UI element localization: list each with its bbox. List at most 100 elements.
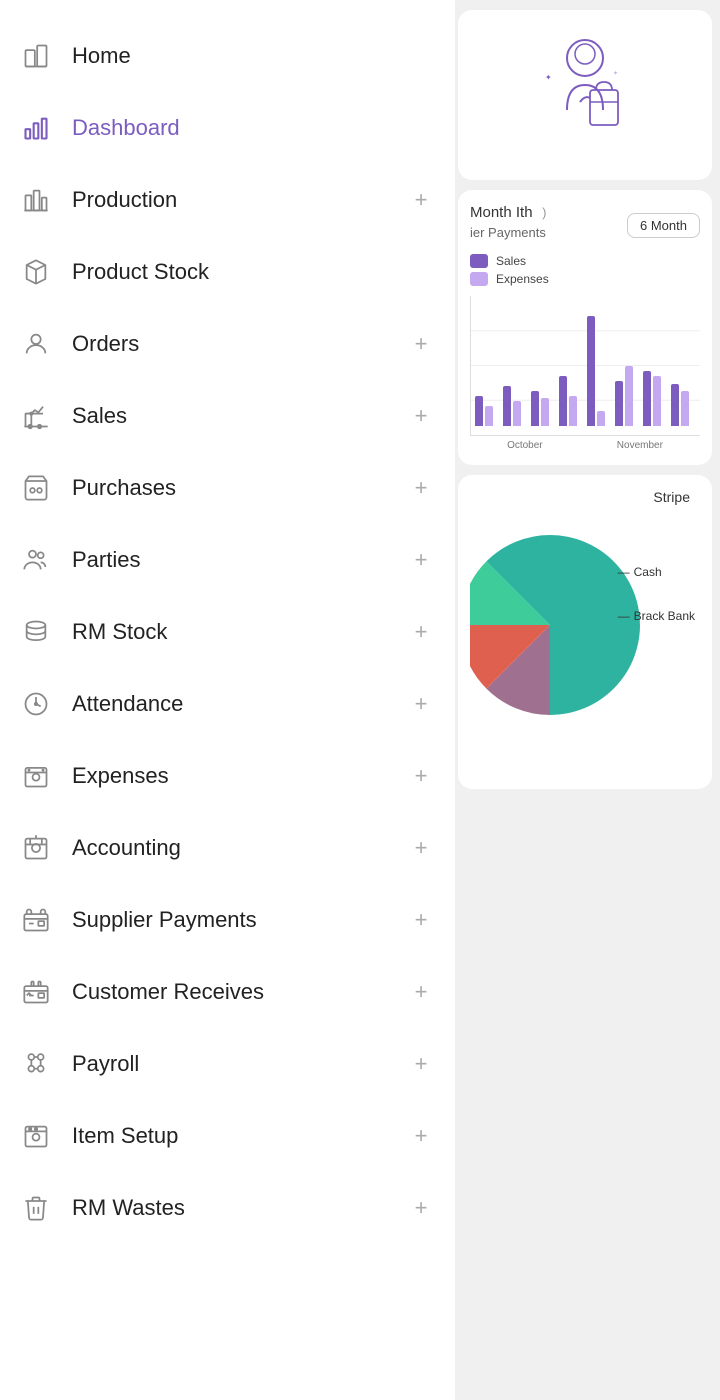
bar-group: [615, 366, 640, 426]
dashboard-icon: [18, 110, 54, 146]
expand-button[interactable]: +: [407, 1051, 435, 1077]
expand-button[interactable]: +: [407, 403, 435, 429]
accounting-icon: [18, 830, 54, 866]
chart-subtitle: ier Payments: [470, 225, 547, 240]
sales-bar: [531, 391, 539, 426]
purchases-icon: [18, 470, 54, 506]
bar-group: [475, 396, 500, 426]
legend-item-expenses: Expenses: [470, 272, 700, 286]
production-icon: [18, 182, 54, 218]
sales-color-box: [470, 254, 488, 268]
sidebar-item-label: Item Setup: [72, 1123, 407, 1149]
sales-bar: [503, 386, 511, 426]
expenses-bar: [485, 406, 493, 426]
sidebar-item-rm-wastes[interactable]: RM Wastes +: [0, 1172, 455, 1244]
sidebar-item-label: RM Wastes: [72, 1195, 407, 1221]
expenses-bar: [513, 401, 521, 426]
sidebar-item-label: Accounting: [72, 835, 407, 861]
sidebar-item-label: Expenses: [72, 763, 407, 789]
bar-group: [643, 371, 668, 426]
month-label: Month Ith: [470, 204, 533, 221]
sidebar-item-item-setup[interactable]: Item Setup +: [0, 1100, 455, 1172]
sidebar-item-customer-receives[interactable]: Customer Receives +: [0, 956, 455, 1028]
sales-bar: [587, 316, 595, 426]
rm-wastes-icon: [18, 1190, 54, 1226]
sidebar-item-supplier-payments[interactable]: Supplier Payments +: [0, 884, 455, 956]
sidebar-item-home[interactable]: Home: [0, 20, 455, 92]
supplier-payments-icon: [18, 902, 54, 938]
sidebar-item-product-stock[interactable]: Product Stock: [0, 236, 455, 308]
expand-button[interactable]: +: [407, 835, 435, 861]
x-label-october: October: [507, 440, 543, 451]
expenses-color-box: [470, 272, 488, 286]
sidebar-item-accounting[interactable]: Accounting +: [0, 812, 455, 884]
sidebar-item-production[interactable]: Production +: [0, 164, 455, 236]
sidebar-item-label: Home: [72, 43, 435, 69]
payroll-icon: [18, 1046, 54, 1082]
expenses-bar: [541, 398, 549, 426]
orders-icon: [18, 326, 54, 362]
expand-button[interactable]: +: [407, 331, 435, 357]
bar-group: [671, 384, 696, 426]
sidebar-item-label: Purchases: [72, 475, 407, 501]
sidebar-item-label: Payroll: [72, 1051, 407, 1077]
expand-button[interactable]: +: [407, 547, 435, 573]
brack-bank-label-annotation: — Brack Bank: [618, 609, 695, 623]
chart-x-labels: October November: [470, 440, 700, 451]
expenses-bar: [569, 396, 577, 426]
sidebar-item-label: Orders: [72, 331, 407, 357]
sales-label: Sales: [496, 254, 526, 268]
sidebar-item-label: Supplier Payments: [72, 907, 407, 933]
chart-header: Month Ith ) ier Payments 6 Month: [470, 204, 700, 246]
bar-group: [531, 391, 556, 426]
sidebar-item-label: Production: [72, 187, 407, 213]
right-panel: ✦ ✦ Month Ith ) ier Payments 6 Month Sal…: [450, 0, 720, 1400]
expand-button[interactable]: +: [407, 979, 435, 1005]
parties-icon: [18, 542, 54, 578]
expenses-label: Expenses: [496, 272, 549, 286]
home-icon: [18, 38, 54, 74]
expenses-bar: [653, 376, 661, 426]
sidebar-item-rm-stock[interactable]: RM Stock +: [0, 596, 455, 668]
sales-bar: [643, 371, 651, 426]
expand-button[interactable]: +: [407, 187, 435, 213]
expenses-bar: [597, 411, 605, 426]
sidebar-item-dashboard[interactable]: Dashboard: [0, 92, 455, 164]
svg-text:✦: ✦: [613, 70, 618, 77]
sidebar-item-label: Customer Receives: [72, 979, 407, 1005]
sidebar-item-payroll[interactable]: Payroll +: [0, 1028, 455, 1100]
chart-legend: Sales Expenses: [470, 254, 700, 286]
sidebar-item-label: Product Stock: [72, 259, 435, 285]
attendance-icon: [18, 686, 54, 722]
expand-button[interactable]: +: [407, 1123, 435, 1149]
person-illustration-card: ✦ ✦: [458, 10, 712, 180]
sidebar-item-expenses[interactable]: Expenses +: [0, 740, 455, 812]
expand-button[interactable]: +: [407, 691, 435, 717]
expand-button[interactable]: +: [407, 763, 435, 789]
sidebar-item-label: Attendance: [72, 691, 407, 717]
expand-button[interactable]: +: [407, 907, 435, 933]
bar-group: [587, 316, 612, 426]
legend-item-sales: Sales: [470, 254, 700, 268]
sidebar-item-parties[interactable]: Parties +: [0, 524, 455, 596]
sidebar-item-label: Parties: [72, 547, 407, 573]
expenses-bar: [681, 391, 689, 426]
sales-bar: [475, 396, 483, 426]
sidebar-item-purchases[interactable]: Purchases +: [0, 452, 455, 524]
bar-group: [503, 386, 528, 426]
expenses-icon: [18, 758, 54, 794]
expand-button[interactable]: +: [407, 475, 435, 501]
rm-stock-icon: [18, 614, 54, 650]
period-badge[interactable]: 6 Month: [627, 213, 700, 238]
sales-icon: [18, 398, 54, 434]
cash-label-annotation: — Cash: [618, 565, 695, 579]
expand-button[interactable]: +: [407, 619, 435, 645]
pie-card: Stripe: [458, 475, 712, 789]
sidebar-item-attendance[interactable]: Attendance +: [0, 668, 455, 740]
expand-button[interactable]: +: [407, 1195, 435, 1221]
sales-bar: [615, 381, 623, 426]
sidebar-item-sales[interactable]: Sales +: [0, 380, 455, 452]
x-label-november: November: [617, 440, 663, 451]
expenses-bar: [625, 366, 633, 426]
sidebar-item-orders[interactable]: Orders +: [0, 308, 455, 380]
